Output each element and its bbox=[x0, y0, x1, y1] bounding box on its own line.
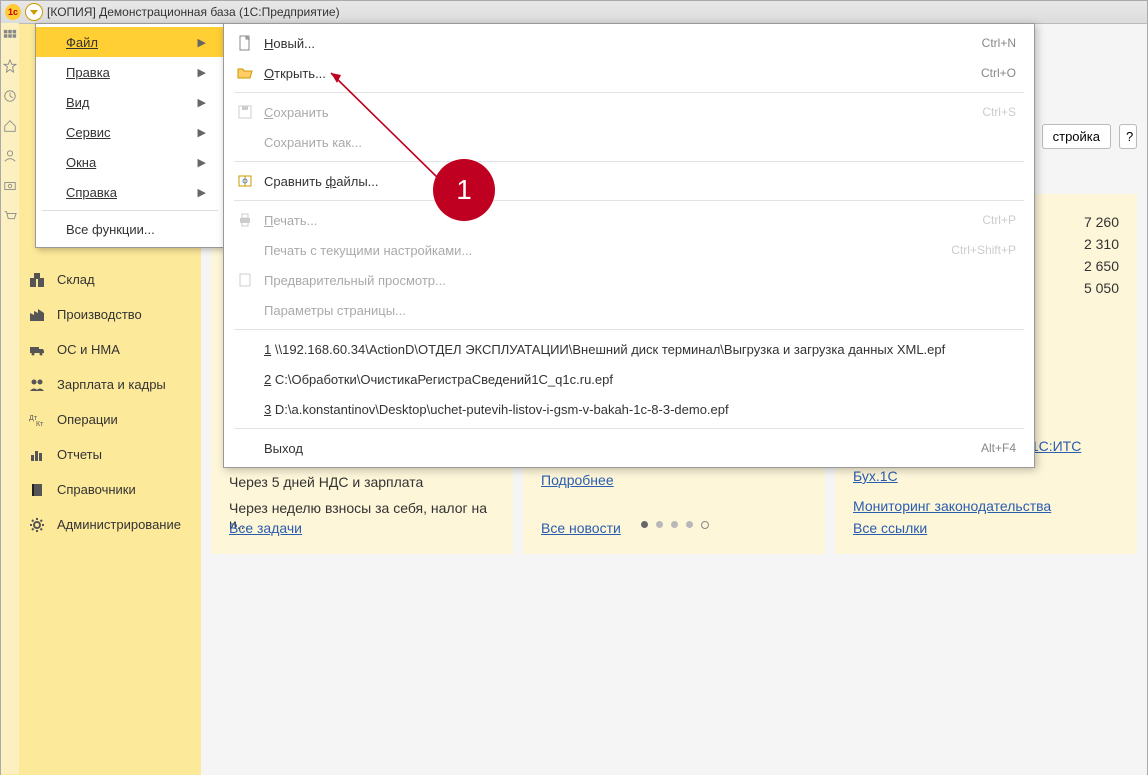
shortcut: Alt+F4 bbox=[981, 441, 1016, 455]
new-file-icon bbox=[234, 35, 256, 51]
svg-text:Кт: Кт bbox=[36, 421, 44, 428]
operations-icon: ДтКт bbox=[29, 412, 45, 428]
clock-icon[interactable] bbox=[3, 89, 17, 103]
menu-separator bbox=[234, 428, 1024, 429]
shortcut: Ctrl+S bbox=[982, 105, 1016, 119]
menu-separator bbox=[42, 210, 218, 211]
sidebar-item-admin[interactable]: Администрирование bbox=[19, 507, 201, 542]
sidebar-item-sklad[interactable]: Склад bbox=[19, 262, 201, 297]
menu-separator bbox=[234, 329, 1024, 330]
sidebar-item-label: Зарплата и кадры bbox=[57, 377, 166, 392]
menu-new[interactable]: Новый... Ctrl+N bbox=[224, 28, 1034, 58]
shortcut: Ctrl+O bbox=[981, 66, 1016, 80]
menu-page-params: Параметры страницы... bbox=[224, 295, 1034, 325]
menu-view[interactable]: Вид ▶ bbox=[36, 87, 224, 117]
menu-preview: Предварительный просмотр... bbox=[224, 265, 1034, 295]
shortcut: Ctrl+P bbox=[982, 213, 1016, 227]
menu-windows[interactable]: Окна ▶ bbox=[36, 147, 224, 177]
sidebar-item-os-nma[interactable]: ОС и НМА bbox=[19, 332, 201, 367]
factory-icon bbox=[29, 307, 45, 323]
menu-edit[interactable]: Правка ▶ bbox=[36, 57, 224, 87]
chevron-right-icon: ▶ bbox=[198, 96, 206, 109]
menu-file[interactable]: Файл ▶ bbox=[36, 27, 224, 57]
open-folder-icon bbox=[234, 65, 256, 81]
link-monitoring[interactable]: Мониторинг законодательства bbox=[853, 498, 1051, 514]
sidebar-item-proizvodstvo[interactable]: Производство bbox=[19, 297, 201, 332]
truck-icon bbox=[29, 342, 45, 358]
chevron-right-icon: ▶ bbox=[198, 186, 206, 199]
shortcut: Ctrl+Shift+P bbox=[951, 243, 1016, 257]
settings-button[interactable]: стройка bbox=[1042, 124, 1111, 149]
in5days: Через 5 дней НДС и зарплата bbox=[229, 474, 495, 490]
star-icon[interactable] bbox=[3, 59, 17, 73]
menu-print-current: Печать с текущими настройками... Ctrl+Sh… bbox=[224, 235, 1034, 265]
sidebar-item-label: Отчеты bbox=[57, 447, 102, 462]
sidebar-item-label: ОС и НМА bbox=[57, 342, 120, 357]
sidebar-item-spravochniki[interactable]: Справочники bbox=[19, 472, 201, 507]
person-icon[interactable] bbox=[3, 149, 17, 163]
quickbar bbox=[1, 23, 19, 774]
chart-icon bbox=[29, 447, 45, 463]
news-pager[interactable] bbox=[641, 521, 709, 529]
sidebar-item-label: Справочники bbox=[57, 482, 136, 497]
menu-print: Печать... Ctrl+P bbox=[224, 205, 1034, 235]
sidebar-item-operatsii[interactable]: ДтКт Операции bbox=[19, 402, 201, 437]
gear-icon bbox=[29, 517, 45, 533]
grid-icon[interactable] bbox=[3, 29, 17, 43]
app-logo-icon: 1c bbox=[5, 4, 21, 20]
annotation-marker: 1 bbox=[433, 159, 495, 221]
sidebar-item-label: Производство bbox=[57, 307, 142, 322]
chevron-right-icon: ▶ bbox=[198, 156, 206, 169]
menu-help[interactable]: Справка ▶ bbox=[36, 177, 224, 207]
menu-recent-3[interactable]: 3 D:\a.konstantinov\Desktop\uchet-putevi… bbox=[224, 394, 1034, 424]
menu-exit[interactable]: Выход Alt+F4 bbox=[224, 433, 1034, 463]
main-menu: Файл ▶ Правка ▶ Вид ▶ Сервис ▶ Окна ▶ Сп… bbox=[35, 23, 225, 248]
help-button[interactable]: ? bbox=[1119, 124, 1137, 149]
cart-icon[interactable] bbox=[3, 209, 17, 223]
book-icon bbox=[29, 482, 45, 498]
warehouse-icon bbox=[29, 272, 45, 288]
shortcut: Ctrl+N bbox=[982, 36, 1016, 50]
sidebar-item-otchety[interactable]: Отчеты bbox=[19, 437, 201, 472]
chevron-right-icon: ▶ bbox=[198, 36, 206, 49]
link-buh[interactable]: Бух.1С bbox=[853, 468, 898, 484]
sidebar-item-label: Операции bbox=[57, 412, 118, 427]
dropdown-icon[interactable] bbox=[25, 3, 43, 21]
chevron-right-icon: ▶ bbox=[198, 126, 206, 139]
compare-icon bbox=[234, 173, 256, 189]
all-links[interactable]: Все ссылки bbox=[853, 520, 927, 536]
titlebar: 1c [КОПИЯ] Демонстрационная база (1С:Пре… bbox=[1, 1, 1147, 24]
menu-service[interactable]: Сервис ▶ bbox=[36, 117, 224, 147]
all-tasks-link[interactable]: Все задачи bbox=[229, 520, 302, 536]
more-link[interactable]: Подробнее bbox=[541, 472, 614, 488]
menu-recent-1[interactable]: 1 \\192.168.60.34\ActionD\ОТДЕЛ ЭКСПЛУАТ… bbox=[224, 334, 1034, 364]
preview-icon bbox=[234, 272, 256, 288]
money-icon[interactable] bbox=[3, 179, 17, 193]
window-title: [КОПИЯ] Демонстрационная база (1С:Предпр… bbox=[47, 5, 340, 19]
sidebar-item-label: Склад bbox=[57, 272, 95, 287]
home-icon[interactable] bbox=[3, 119, 17, 133]
save-icon bbox=[234, 104, 256, 120]
people-icon bbox=[29, 377, 45, 393]
chevron-right-icon: ▶ bbox=[198, 66, 206, 79]
sidebar-item-label: Администрирование bbox=[57, 517, 181, 532]
menu-all-functions[interactable]: Все функции... bbox=[36, 214, 224, 244]
printer-icon bbox=[234, 212, 256, 228]
all-news-link[interactable]: Все новости bbox=[541, 520, 621, 536]
menu-recent-2[interactable]: 2 C:\Обработки\ОчистикаРегистраСведений1… bbox=[224, 364, 1034, 394]
sidebar-item-zarplata[interactable]: Зарплата и кадры bbox=[19, 367, 201, 402]
